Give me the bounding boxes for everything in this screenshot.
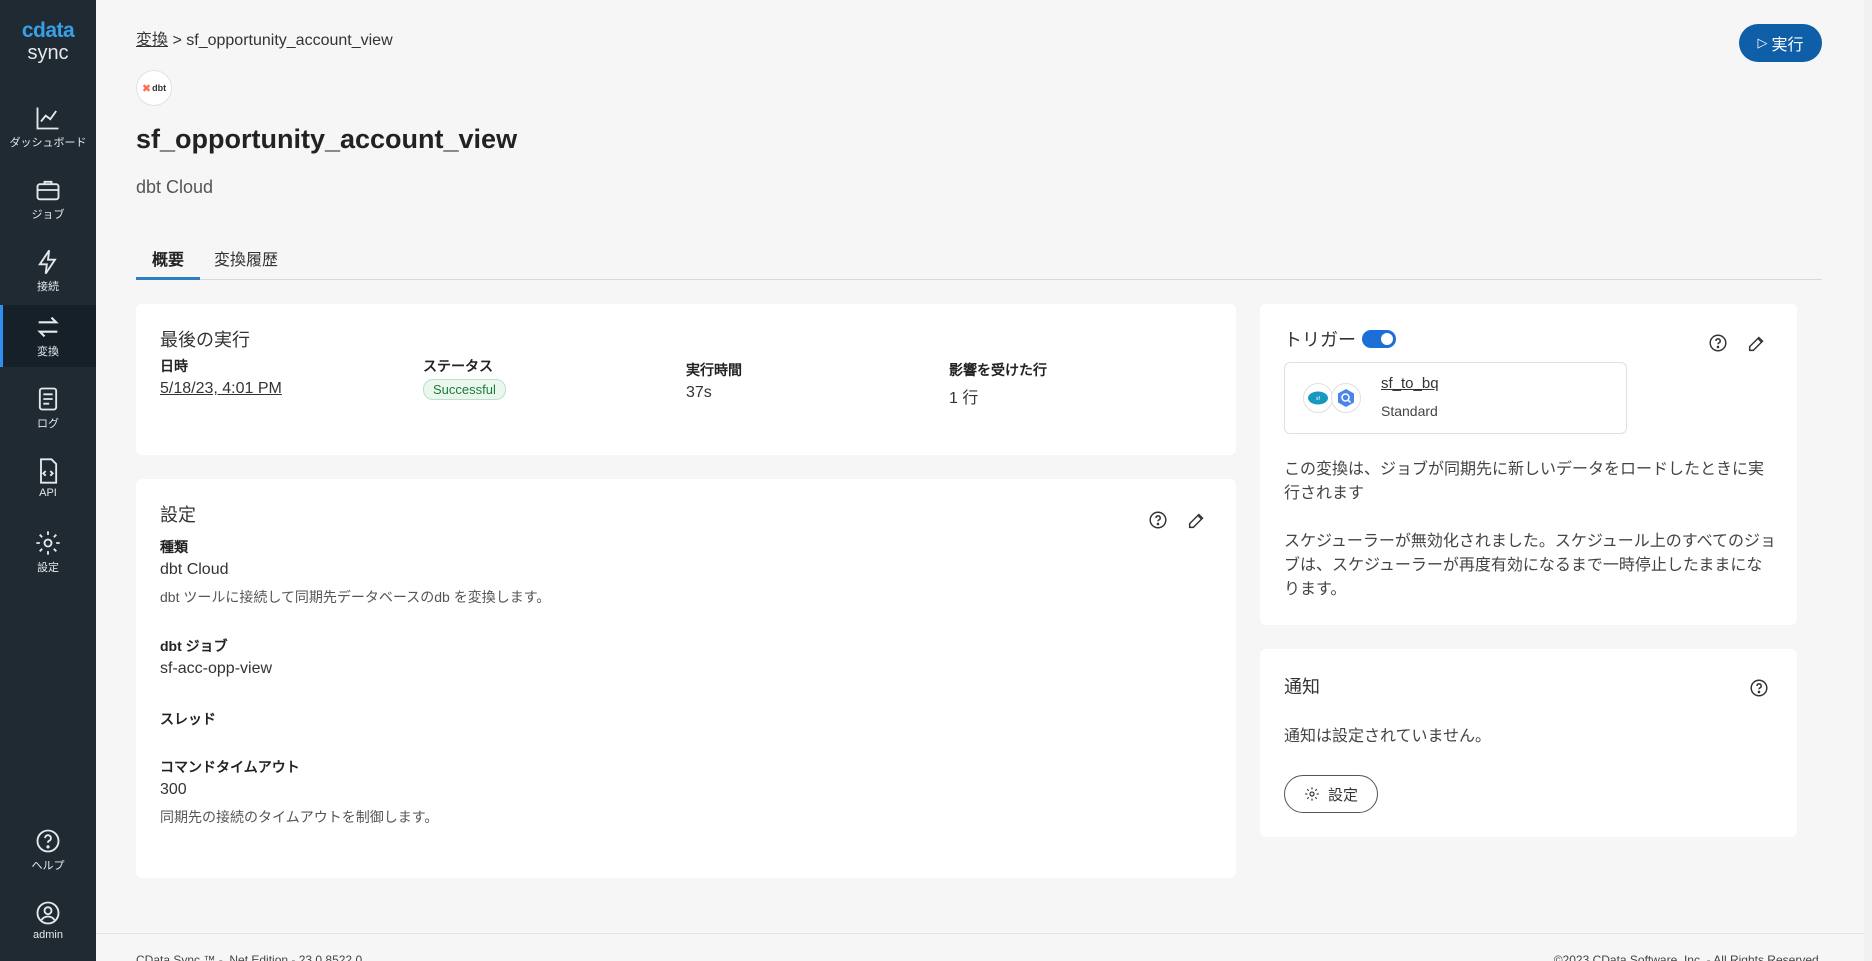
product-text: sync	[27, 42, 69, 64]
rows-value: 1 行	[949, 390, 979, 407]
dbt-logo-text: dbt	[152, 83, 167, 93]
breadcrumb-separator: >	[172, 32, 182, 49]
notification-settings-button[interactable]: 設定	[1284, 775, 1378, 813]
job-value: sf-acc-opp-view	[160, 660, 273, 677]
run-button[interactable]: ▷ 実行	[1739, 24, 1822, 62]
help-circle-icon	[36, 829, 60, 853]
nav-settings[interactable]: 設定	[0, 521, 96, 583]
transform-arrows-icon	[37, 316, 59, 338]
dbt-mark-icon: ✖	[141, 82, 152, 95]
settings-card: 設定 種類 dbt Cloud dbt ツールに接続して同期先データベースのdb…	[136, 479, 1236, 878]
trigger-card: トリガー sf sf_to_bq Standard この変換は、ジョブが同期先に…	[1260, 304, 1797, 625]
dbt-logo: ✖ dbt	[136, 70, 172, 106]
settings-edit-button[interactable]	[1186, 509, 1208, 531]
trigger-description: この変換は、ジョブが同期先に新しいデータをロードしたときに実行されます	[1284, 461, 1765, 502]
gear-icon	[36, 531, 60, 555]
trigger-toggle[interactable]	[1362, 330, 1396, 348]
type-description: dbt ツールに接続して同期先データベースのdb を変換します。	[160, 589, 551, 605]
job-label: dbt ジョブ	[160, 638, 228, 654]
scheduler-disabled-notice: スケジューラーが無効化されました。スケジュール上のすべてのジョブは、スケジューラ…	[1284, 533, 1777, 598]
bigquery-icon	[1331, 383, 1361, 413]
status-badge: Successful	[423, 379, 506, 400]
breadcrumb-parent-link[interactable]: 変換	[136, 32, 168, 49]
nav-transforms[interactable]: 変換	[0, 305, 96, 367]
footer: CData Sync ™ - .Net Edition - 23.0.8522.…	[96, 933, 1872, 961]
rows-label: 影響を受けた行	[949, 362, 1047, 378]
chart-line-icon	[36, 107, 59, 130]
bolt-icon	[38, 249, 57, 275]
nav-dashboard-label: ダッシュボード	[9, 137, 87, 149]
notification-empty-text: 通知は設定されていません。	[1284, 728, 1492, 745]
pencil-icon	[1748, 336, 1764, 352]
type-value: dbt Cloud	[160, 561, 229, 578]
nav-user-label: admin	[33, 929, 63, 941]
trigger-title: トリガー	[1284, 330, 1356, 350]
trigger-edit-button[interactable]	[1746, 332, 1768, 354]
tab-history[interactable]: 変換履歴	[198, 244, 294, 280]
footer-copyright: ©2023 CData Software, Inc. - All Rights …	[1553, 953, 1822, 961]
datetime-link[interactable]: 5/18/23, 4:01 PM	[160, 380, 282, 398]
tab-bar: 概要 変換履歴	[136, 244, 1822, 280]
trigger-help-button[interactable]	[1707, 332, 1729, 354]
nav-dashboard[interactable]: ダッシュボード	[0, 96, 96, 158]
nav-jobs-label: ジョブ	[31, 209, 65, 221]
help-circle-icon	[1709, 334, 1727, 352]
file-code-icon	[40, 458, 58, 484]
type-label: 種類	[160, 539, 188, 555]
nav-transforms-label: 変換	[37, 346, 59, 358]
page-scrollbar[interactable]	[1864, 0, 1872, 961]
page-title: sf_opportunity_account_view	[136, 124, 518, 154]
nav-user[interactable]: admin	[0, 891, 96, 953]
user-circle-icon	[36, 901, 60, 925]
nav-help-label: ヘルプ	[31, 860, 65, 872]
timeout-label: コマンドタイムアウト	[160, 759, 300, 775]
nav-api[interactable]: API	[0, 449, 96, 511]
nav-logs-label: ログ	[37, 418, 59, 430]
play-icon: ▷	[1757, 35, 1768, 50]
datetime-label: 日時	[160, 358, 188, 374]
briefcase-icon	[36, 180, 60, 201]
notification-title: 通知	[1284, 677, 1320, 697]
nav-connections[interactable]: 接続	[0, 240, 96, 302]
nav-api-label: API	[39, 487, 57, 499]
breadcrumb: 変換 > sf_opportunity_account_view	[136, 26, 393, 50]
salesforce-icon: sf	[1303, 383, 1333, 413]
notification-settings-label: 設定	[1327, 786, 1358, 804]
nav-settings-label: 設定	[37, 562, 59, 574]
app-logo[interactable]: cdata sync	[0, 19, 96, 65]
svg-text:sf: sf	[1316, 396, 1321, 402]
run-button-label: 実行	[1771, 37, 1804, 54]
nav-connections-label: 接続	[37, 281, 59, 293]
duration-value: 37s	[686, 384, 712, 401]
main-content: 変換 > sf_opportunity_account_view ▷ 実行 ✖ …	[96, 0, 1872, 961]
last-run-title: 最後の実行	[160, 330, 250, 350]
help-circle-icon	[1149, 511, 1167, 529]
trigger-job-link[interactable]: sf_to_bq	[1381, 375, 1439, 392]
notification-help-button[interactable]	[1748, 677, 1770, 699]
gear-icon	[1305, 787, 1319, 801]
sidebar: cdata sync ダッシュボード ジョブ 接続 変換 ログ API 設定 ヘ…	[0, 0, 96, 961]
brand-text: cdata	[21, 19, 75, 42]
nav-logs[interactable]: ログ	[0, 377, 96, 439]
thread-label: スレッド	[160, 711, 216, 727]
nav-jobs[interactable]: ジョブ	[0, 168, 96, 230]
book-icon	[38, 387, 58, 411]
breadcrumb-current: sf_opportunity_account_view	[186, 32, 393, 49]
tab-overview[interactable]: 概要	[136, 244, 201, 280]
duration-label: 実行時間	[686, 362, 742, 378]
settings-help-button[interactable]	[1147, 509, 1169, 531]
trigger-job-type: Standard	[1381, 403, 1438, 419]
settings-title: 設定	[160, 505, 196, 525]
help-circle-icon	[1750, 679, 1768, 697]
footer-version: CData Sync ™ - .Net Edition - 23.0.8522.…	[136, 953, 363, 961]
trigger-job-card[interactable]: sf sf_to_bq Standard	[1284, 362, 1627, 434]
timeout-value: 300	[160, 781, 187, 798]
last-run-card: 最後の実行 日時 5/18/23, 4:01 PM ステータス Successf…	[136, 304, 1236, 455]
page-subtitle: dbt Cloud	[136, 177, 214, 197]
status-label: ステータス	[423, 358, 493, 374]
pencil-icon	[1188, 513, 1204, 529]
timeout-description: 同期先の接続のタイムアウトを制御します。	[160, 809, 439, 825]
notification-card: 通知 通知は設定されていません。 設定	[1260, 649, 1797, 837]
nav-help[interactable]: ヘルプ	[0, 819, 96, 881]
